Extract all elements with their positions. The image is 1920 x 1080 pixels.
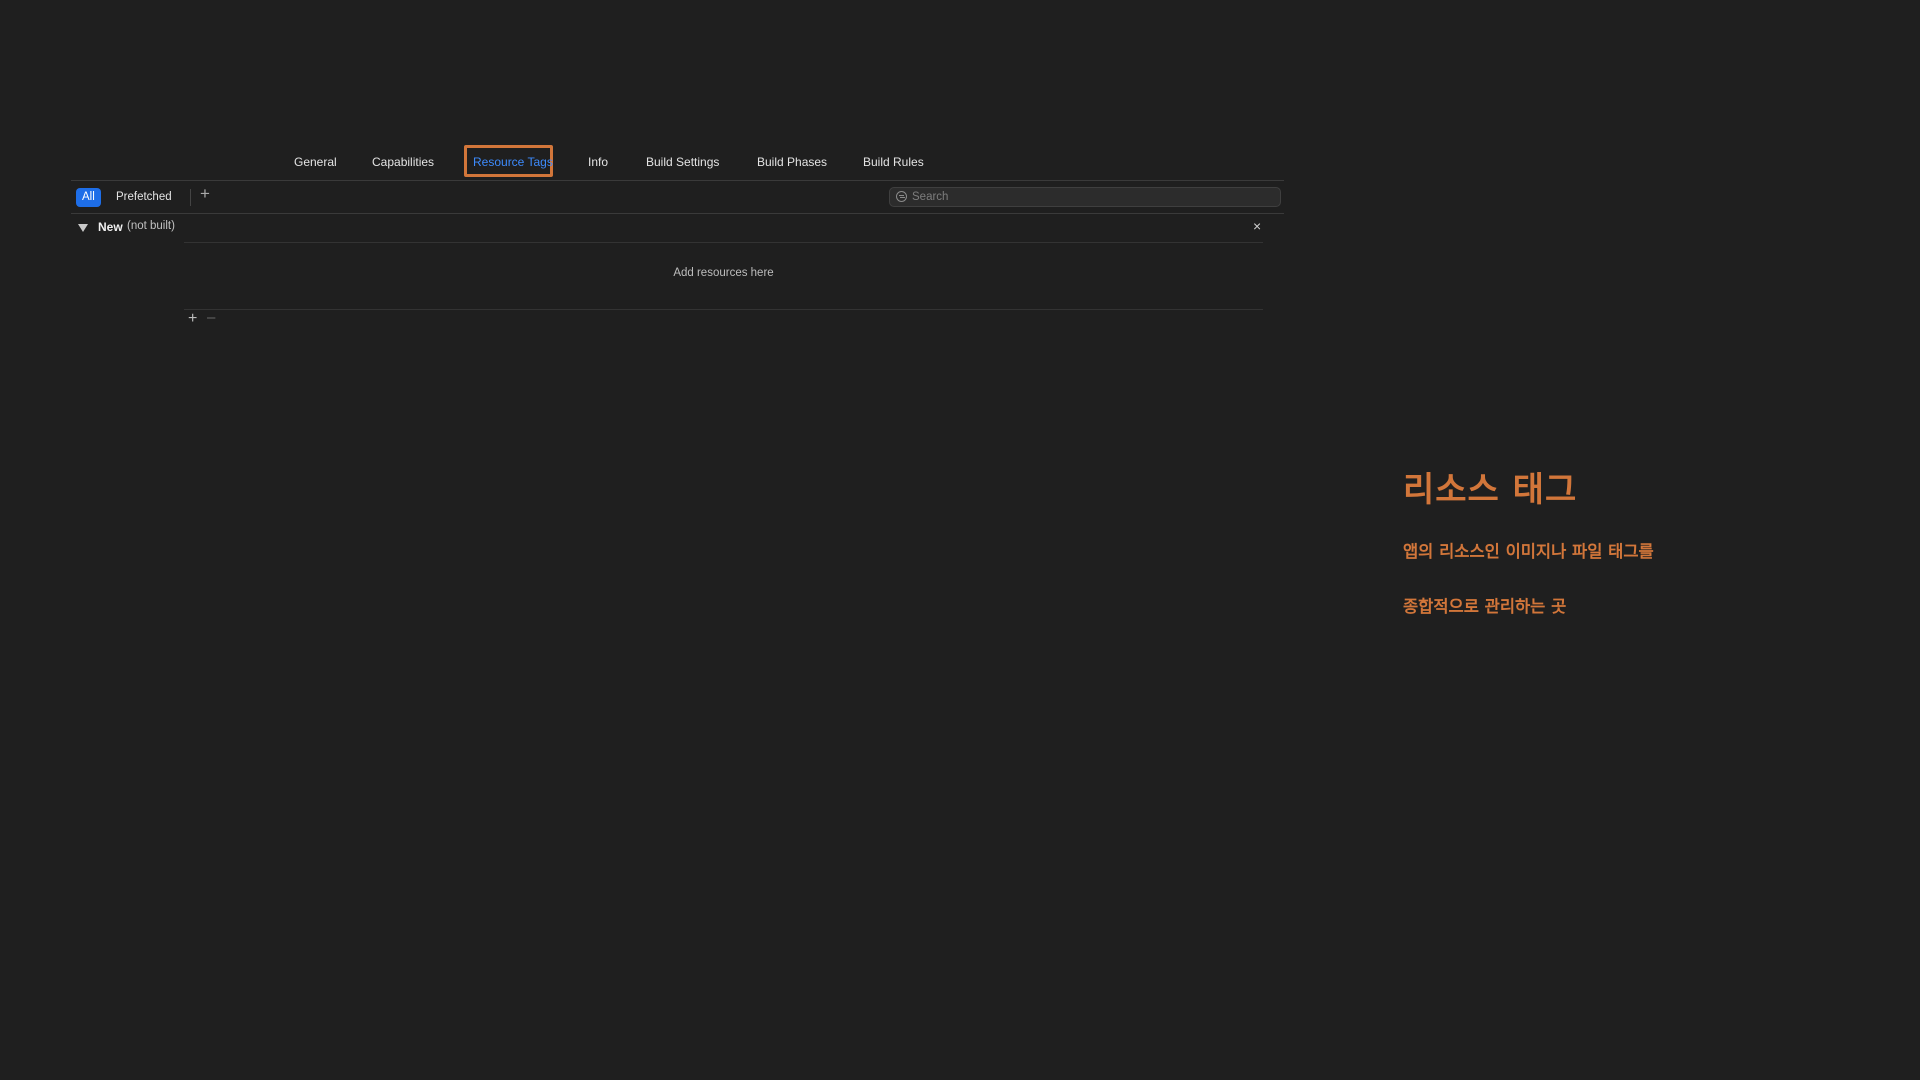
tab-capabilities[interactable]: Capabilities: [372, 144, 434, 180]
add-resource-icon[interactable]: +: [188, 310, 197, 328]
tab-resource-tags[interactable]: Resource Tags: [473, 144, 553, 180]
tab-general[interactable]: General: [294, 144, 337, 180]
tab-build-settings[interactable]: Build Settings: [646, 144, 719, 180]
empty-resources-message: Add resources here: [673, 267, 774, 279]
search-input[interactable]: [912, 189, 1272, 205]
filter-prefetched-button[interactable]: Prefetched: [110, 188, 178, 207]
close-icon[interactable]: ×: [1253, 218, 1261, 234]
tag-group-header[interactable]: New (not built) ×: [71, 214, 1284, 242]
disclosure-triangle-icon[interactable]: [78, 224, 88, 232]
annotation-title: 리소스 태그: [1403, 470, 1578, 510]
filter-search-icon: [896, 191, 907, 202]
tab-bar: General Capabilities Resource Tags Info …: [71, 144, 1284, 181]
tab-build-phases[interactable]: Build Phases: [757, 144, 827, 180]
search-field[interactable]: [889, 187, 1281, 207]
add-tag-icon[interactable]: +: [200, 184, 210, 204]
annotation-line-1: 앱의 리소스인 이미지나 파일 태그를: [1403, 542, 1654, 561]
tab-build-rules[interactable]: Build Rules: [863, 144, 924, 180]
annotation: 리소스 태그 앱의 리소스인 이미지나 파일 태그를 종합적으로 관리하는 곳: [1403, 462, 1654, 616]
tag-status: (not built): [127, 220, 175, 232]
remove-resource-icon[interactable]: –: [207, 309, 215, 326]
tab-info[interactable]: Info: [588, 144, 608, 180]
filter-divider: [190, 189, 191, 206]
editor-panel: General Capabilities Resource Tags Info …: [71, 144, 1284, 936]
filter-bar: All Prefetched +: [71, 180, 1284, 214]
annotation-line-2: 종합적으로 관리하는 곳: [1403, 597, 1567, 616]
filter-all-button[interactable]: All: [76, 188, 101, 207]
resource-drop-area[interactable]: Add resources here: [184, 242, 1263, 310]
tag-name[interactable]: New: [98, 220, 123, 234]
